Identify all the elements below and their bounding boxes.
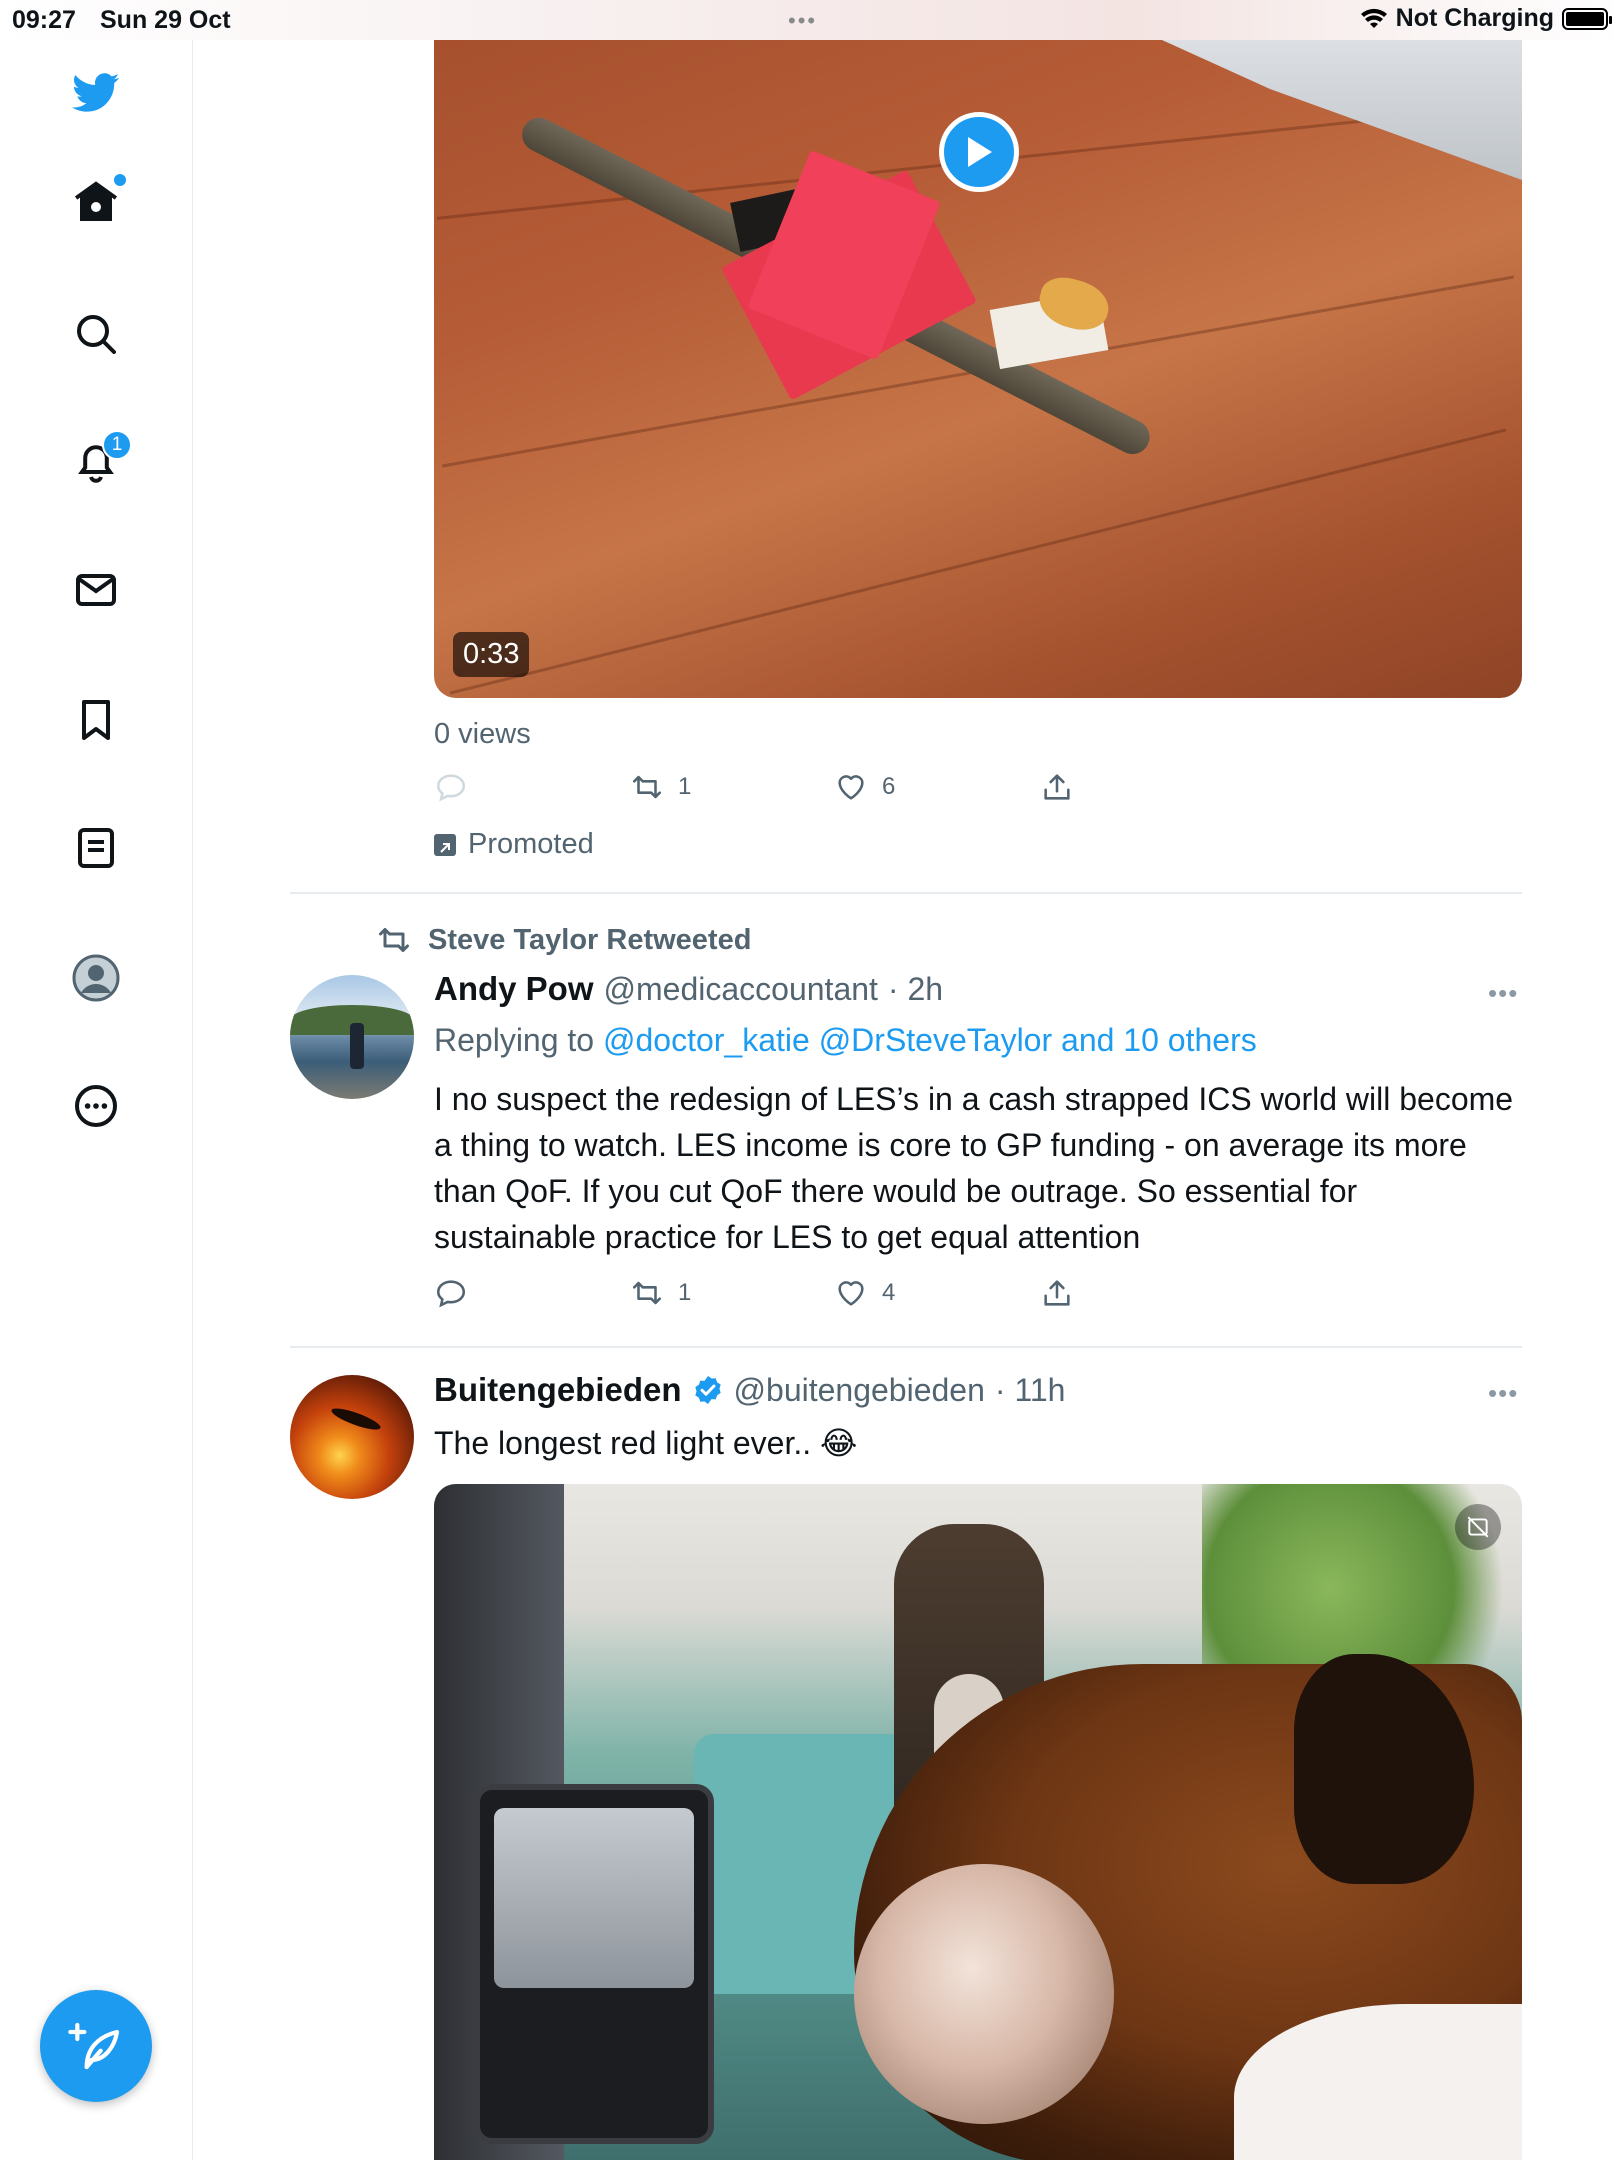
status-right: Not Charging [1360,4,1612,33]
battery-icon [1562,7,1612,30]
home-unread-dot [114,174,126,186]
author-name[interactable]: Andy Pow [434,970,594,1008]
tweet-header: Andy Pow @medicaccountant · 2h [434,970,943,1008]
retweet-count: 1 [678,1279,692,1306]
retweet-icon [632,1281,662,1305]
promoted-label[interactable]: Promoted [434,828,594,861]
share-button[interactable] [1040,770,1074,804]
video-wall [1162,40,1522,180]
like-button[interactable]: 4 [834,1276,895,1310]
retweet-button[interactable]: 1 [630,770,691,804]
replying-to: Replying to @doctor_katie @DrSteveTaylor… [434,1022,1257,1059]
lists-icon[interactable] [68,820,124,876]
tweet-text: I no suspect the redesign of LES’s in a … [434,1081,1514,1255]
share-icon [1044,1280,1070,1306]
author-name[interactable]: Buitengebieden [434,1371,682,1409]
retweet-button[interactable]: 1 [630,1276,691,1310]
author-handle[interactable]: @medicaccountant [604,971,878,1008]
share-icon [1044,774,1070,800]
promoted-video[interactable]: 0:33 [434,40,1522,698]
floor-line [449,428,1507,695]
notifications-icon[interactable]: 1 [68,430,132,490]
reply-icon [436,774,466,802]
retweet-count: 1 [678,773,692,800]
twitter-logo-icon[interactable] [68,64,124,120]
reply-button[interactable] [434,1276,468,1310]
tweet-actions: 1 6 [434,770,1234,814]
multitask-dots-icon[interactable]: ••• [788,8,817,34]
more-options-icon[interactable]: ••• [1488,978,1518,1009]
more-options-icon[interactable]: ••• [1488,1378,1518,1409]
reply-mentions[interactable]: @doctor_katie @DrSteveTaylor and 10 othe… [603,1022,1257,1058]
like-count: 6 [882,773,896,800]
tweet-time[interactable]: · 2h [888,971,943,1008]
tweet-header: Buitengebieden @buitengebieden · 11h [434,1371,1065,1409]
like-count: 4 [882,1279,896,1306]
sidebar: 1 [0,40,193,2160]
notifications-badge: 1 [102,430,132,460]
more-icon[interactable] [68,1078,124,1134]
retweet-icon [632,775,662,799]
status-date: Sun 29 Oct [100,6,231,34]
avatar-bird [329,1404,383,1434]
video-side-mirror [474,1784,714,2144]
author-handle[interactable]: @buitengebieden [734,1372,985,1409]
heart-icon [838,1281,864,1306]
messages-icon[interactable] [68,562,124,618]
avatar[interactable] [290,975,414,1099]
tweet-actions: 1 4 [434,1276,1234,1320]
search-icon[interactable] [68,306,124,362]
status-bar: 09:27 Sun 29 Oct ••• Not Charging [0,0,1620,40]
profile-icon[interactable] [68,950,124,1006]
compose-tweet-button[interactable] [40,1990,152,2102]
reply-icon [436,1280,466,1308]
avatar-person [350,1023,364,1069]
play-icon [968,137,992,167]
avatar[interactable] [290,1375,414,1499]
like-button[interactable]: 6 [834,770,895,804]
heart-icon [838,775,864,800]
charging-status: Not Charging [1395,4,1554,32]
autoplay-off-icon[interactable] [1455,1504,1501,1550]
play-button[interactable] [939,112,1019,192]
video-boxer-muzzle [854,1864,1114,2124]
share-button[interactable] [1040,1276,1074,1310]
compose-tweet-icon [68,2022,120,2070]
tweet-divider [290,1346,1522,1348]
wifi-icon [1360,8,1387,28]
tweet-time[interactable]: · 11h [995,1372,1066,1409]
retweeted-by[interactable]: Steve Taylor Retweeted [376,922,751,958]
view-count: 0 views [434,718,531,750]
tweet-video[interactable] [434,1484,1522,2160]
promoted-text: Promoted [468,828,594,860]
verified-badge-icon [694,1376,721,1404]
tweet-divider [290,892,1522,894]
replying-to-prefix: Replying to [434,1022,603,1058]
status-time: 09:27 [12,6,76,34]
tweet-text: The longest red light ever.. 😂 [434,1425,858,1461]
retweeted-by-text: Steve Taylor Retweeted [428,923,752,956]
reply-button[interactable] [434,770,468,804]
video-duration: 0:33 [453,632,530,677]
home-icon[interactable] [68,174,126,230]
retweet-icon [379,928,409,952]
bookmarks-icon[interactable] [68,692,124,748]
promoted-icon [434,833,456,856]
